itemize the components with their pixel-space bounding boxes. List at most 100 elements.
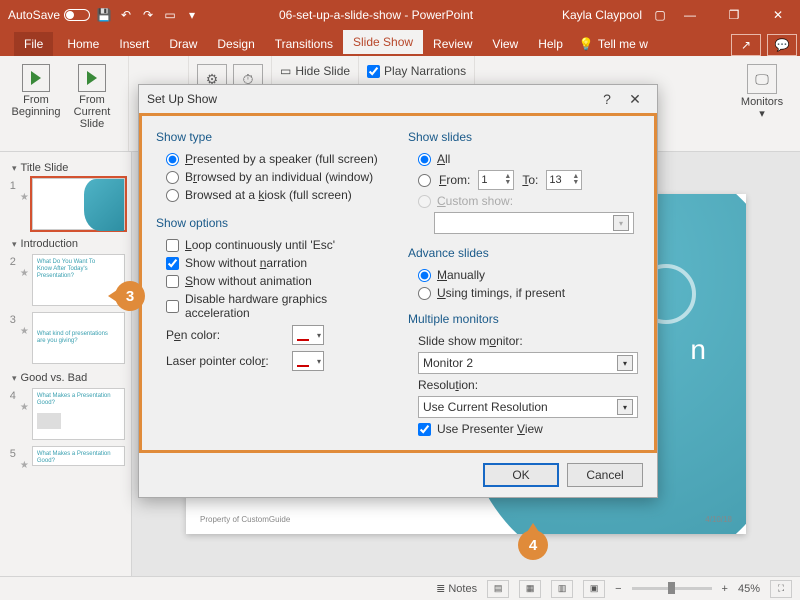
tell-me-search[interactable]: 💡 Tell me w xyxy=(573,32,654,56)
start-from-beginning-icon[interactable]: ▭ xyxy=(162,7,178,23)
radio-using-timings[interactable]: Using timings, if present xyxy=(408,284,640,302)
check-without-narration[interactable]: Show without narration xyxy=(156,254,388,272)
ok-button[interactable]: OK xyxy=(483,463,559,487)
zoom-slider[interactable] xyxy=(632,587,712,590)
reading-view-icon[interactable]: ▥ xyxy=(551,580,573,598)
user-name[interactable]: Kayla Claypool xyxy=(552,8,652,22)
zoom-in-button[interactable]: + xyxy=(722,583,728,595)
thumb-row-1[interactable]: 1 ★ xyxy=(4,176,127,234)
monitor-select[interactable]: Monitor 2▾ xyxy=(418,352,638,374)
pen-color-row: Pen color: xyxy=(156,322,388,348)
slide-footer: Property of CustomGuide xyxy=(200,515,290,524)
slide-title-fragment: n xyxy=(690,334,706,366)
dialog-title: Set Up Show xyxy=(147,92,593,106)
zoom-out-button[interactable]: − xyxy=(615,583,621,595)
thumb-row-4[interactable]: 4 ★ What Makes a Presentation Good? xyxy=(4,386,127,444)
play-narrations-checkbox[interactable]: Play Narrations xyxy=(367,64,466,78)
cancel-button[interactable]: Cancel xyxy=(567,463,643,487)
radio-custom-show: Custom show: xyxy=(408,192,640,210)
dialog-titlebar[interactable]: Set Up Show ? ✕ xyxy=(139,85,657,113)
slide-thumbnail-1[interactable] xyxy=(32,178,125,230)
pen-color-button[interactable] xyxy=(292,325,324,345)
tab-review[interactable]: Review xyxy=(423,32,482,56)
dialog-help-button[interactable]: ? xyxy=(593,87,621,111)
ribbon-tabs: File Home Insert Draw Design Transitions… xyxy=(0,30,800,56)
show-type-label: Show type xyxy=(156,130,388,144)
resolution-select[interactable]: Use Current Resolution▾ xyxy=(418,396,638,418)
check-loop[interactable]: Loop continuously until 'Esc' xyxy=(156,236,388,254)
ribbon-display-options-icon[interactable]: ▢ xyxy=(652,7,668,23)
normal-view-icon[interactable]: ▤ xyxy=(487,580,509,598)
tab-insert[interactable]: Insert xyxy=(109,32,159,56)
slide-thumbnail-3[interactable]: What kind of presentationsare you giving… xyxy=(32,312,125,364)
checkbox-icon: ▭ xyxy=(280,64,291,78)
tab-design[interactable]: Design xyxy=(207,32,264,56)
advance-slides-label: Advance slides xyxy=(408,246,640,260)
check-without-animation[interactable]: Show without animation xyxy=(156,272,388,290)
radio-browsed-individual[interactable]: Brrowsed by an individual (window) xyxy=(156,168,388,186)
slide-thumbnail-4[interactable]: What Makes a Presentation Good? xyxy=(32,388,125,440)
callout-4: 4 xyxy=(518,530,548,560)
tab-transitions[interactable]: Transitions xyxy=(265,32,343,56)
comments-button[interactable]: 💬 xyxy=(767,34,797,56)
document-title: 06-set-up-a-slide-show - PowerPoint xyxy=(200,8,552,22)
zoom-level[interactable]: 45% xyxy=(738,583,760,595)
autosave-label: AutoSave xyxy=(8,8,60,22)
minimize-button[interactable]: — xyxy=(668,0,712,30)
maximize-button[interactable]: ❐ xyxy=(712,0,756,30)
notes-button[interactable]: ≣ Notes xyxy=(436,582,477,595)
close-button[interactable]: ✕ xyxy=(756,0,800,30)
share-button[interactable]: ↗ xyxy=(731,34,761,56)
slide-thumbnail-5[interactable]: What Makes a Presentation Good? xyxy=(32,446,125,466)
laser-color-button[interactable] xyxy=(292,351,324,371)
dialog-close-button[interactable]: ✕ xyxy=(621,87,649,111)
section-introduction[interactable]: Introduction xyxy=(4,234,127,252)
radio-presented-speaker[interactable]: Presented by a speaker (full screen) xyxy=(156,150,388,168)
hide-slide-checkbox[interactable]: ▭Hide Slide xyxy=(280,64,350,78)
slide-thumbnail-panel[interactable]: Title Slide 1 ★ Introduction 2 ★ What Do… xyxy=(0,152,132,576)
section-title-slide[interactable]: Title Slide xyxy=(4,158,127,176)
slide-sorter-view-icon[interactable]: ▦ xyxy=(519,580,541,598)
multiple-monitors-label: Multiple monitors xyxy=(408,312,640,326)
check-disable-hardware[interactable]: Disable hardware graphics acceleration xyxy=(156,290,388,322)
from-current-label: From Current Slide xyxy=(64,94,120,130)
tell-me-label: Tell me w xyxy=(598,37,648,51)
tab-file[interactable]: File xyxy=(14,32,53,56)
radio-all-slides[interactable]: All xyxy=(408,150,640,168)
lightbulb-icon: 💡 xyxy=(579,37,594,51)
check-presenter-view[interactable]: Use Presenter View xyxy=(408,420,640,438)
laser-color-row: Laser pointer color: xyxy=(156,348,388,374)
from-spinner[interactable]: 1▲▼ xyxy=(478,170,514,190)
from-current-slide-button[interactable]: From Current Slide xyxy=(64,60,120,147)
tab-draw[interactable]: Draw xyxy=(159,32,207,56)
redo-icon[interactable]: ↷ xyxy=(140,7,156,23)
autosave-toggle[interactable]: AutoSave xyxy=(8,8,90,22)
tab-home[interactable]: Home xyxy=(57,32,109,56)
custom-show-select: ▾ xyxy=(434,212,634,234)
play-icon xyxy=(78,64,106,92)
tab-slide-show[interactable]: Slide Show xyxy=(343,30,423,56)
thumb-row-3[interactable]: 3 ★ What kind of presentationsare you gi… xyxy=(4,310,127,368)
callout-3: 3 xyxy=(115,281,145,311)
to-spinner[interactable]: 13▲▼ xyxy=(546,170,582,190)
radio-manually[interactable]: Manually xyxy=(408,266,640,284)
undo-icon[interactable]: ↶ xyxy=(118,7,134,23)
slide-date: 4/10/18 xyxy=(705,515,732,524)
tab-view[interactable]: View xyxy=(482,32,528,56)
radio-browsed-kiosk[interactable]: Browsed at a kiosk (full screen) xyxy=(156,186,388,204)
radio-from-to[interactable]: From: 1▲▼ To: 13▲▼ xyxy=(408,168,640,192)
slideshow-view-icon[interactable]: ▣ xyxy=(583,580,605,598)
toggle-icon xyxy=(64,9,90,21)
slide-show-monitor-label: Slide show monitor: xyxy=(418,334,523,348)
show-options-label: Show options xyxy=(156,216,388,230)
from-beginning-label: From Beginning xyxy=(12,94,61,118)
monitors-button[interactable]: 🖵 Monitors▾ xyxy=(732,60,792,120)
qat-dropdown-icon[interactable]: ▾ xyxy=(184,7,200,23)
status-bar: ≣ Notes ▤ ▦ ▥ ▣ − + 45% ⛶ xyxy=(0,576,800,600)
save-icon[interactable]: 💾 xyxy=(96,7,112,23)
tab-help[interactable]: Help xyxy=(528,32,573,56)
section-good-vs-bad[interactable]: Good vs. Bad xyxy=(4,368,127,386)
from-beginning-button[interactable]: From Beginning xyxy=(8,60,64,147)
thumb-row-5[interactable]: 5 ★ What Makes a Presentation Good? xyxy=(4,444,127,475)
fit-to-window-icon[interactable]: ⛶ xyxy=(770,580,792,598)
